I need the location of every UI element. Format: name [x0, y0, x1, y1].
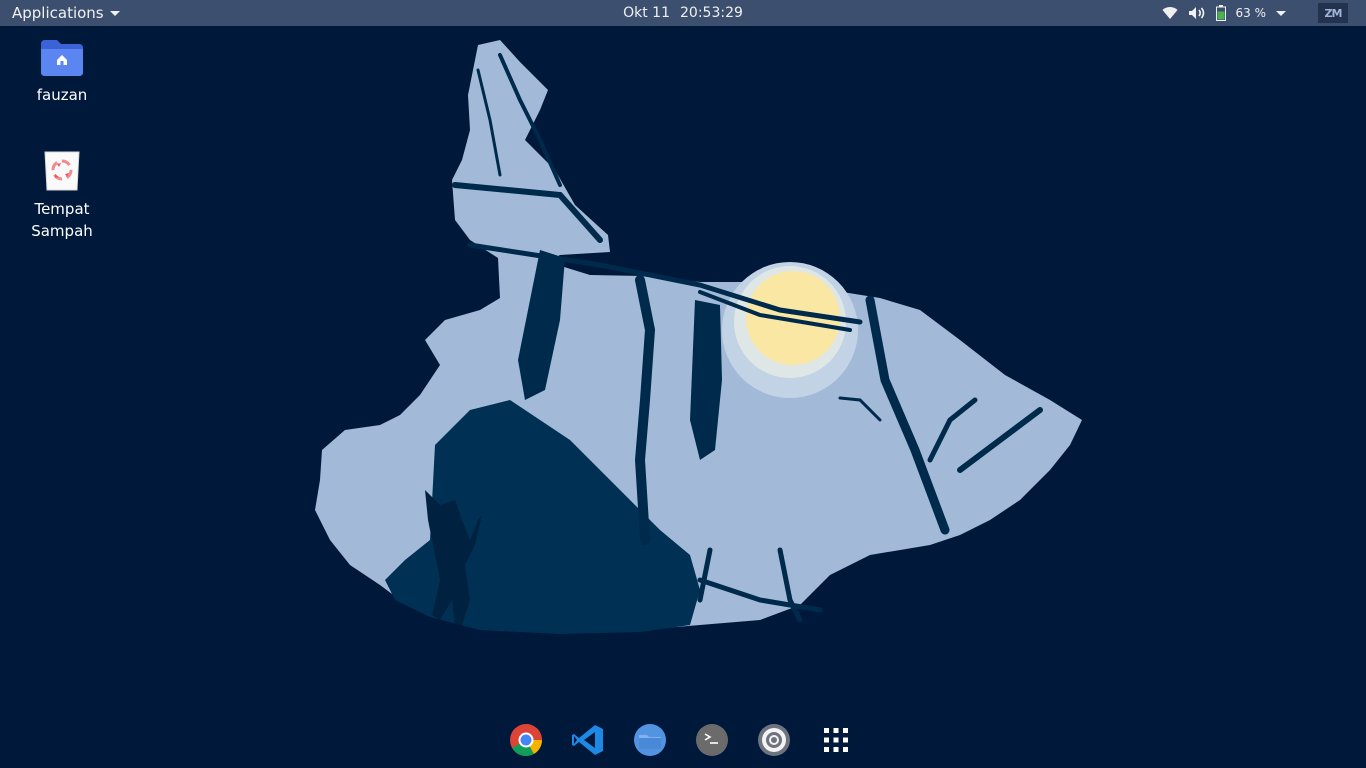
- dock-item-terminal[interactable]: [692, 720, 732, 760]
- desktop-icon-home[interactable]: fauzan: [17, 38, 107, 106]
- files-icon: [634, 724, 666, 756]
- vscode-icon: [572, 725, 603, 755]
- chrome-icon: [510, 724, 543, 757]
- battery-percent: 63 %: [1235, 6, 1267, 20]
- desktop-icon-label: Tempat Sampah: [31, 200, 93, 240]
- wifi-icon: [1162, 6, 1178, 20]
- clock-date[interactable]: Okt 11: [623, 5, 670, 21]
- desktop-icon-label: fauzan: [36, 86, 88, 104]
- dock: [506, 720, 856, 760]
- battery-icon: [1215, 5, 1226, 21]
- dock-item-vscode[interactable]: [568, 720, 608, 760]
- top-bar: Applications Okt 11 20:53:29 63 % ZM: [0, 0, 1366, 26]
- dock-item-show-applications[interactable]: [816, 720, 856, 760]
- volume-icon: [1188, 6, 1206, 20]
- desktop-icon-trash[interactable]: Tempat Sampah: [17, 150, 107, 242]
- chevron-down-icon: [109, 10, 120, 16]
- dock-item-files[interactable]: [630, 720, 670, 760]
- system-tray[interactable]: 63 %: [1162, 0, 1286, 26]
- home-folder-icon: [41, 40, 83, 76]
- screenshot-icon: [758, 724, 790, 756]
- dock-item-screenshot[interactable]: [754, 720, 794, 760]
- chevron-down-icon: [1276, 10, 1286, 16]
- clock-time[interactable]: 20:53:29: [680, 5, 743, 21]
- dock-item-chrome[interactable]: [506, 720, 546, 760]
- applications-label: Applications: [12, 4, 104, 22]
- applications-menu[interactable]: Applications: [12, 0, 120, 26]
- app-grid-icon: [824, 728, 848, 752]
- trash-icon: [44, 151, 80, 191]
- profile-badge[interactable]: ZM: [1318, 3, 1348, 23]
- desktop-wallpaper: [0, 26, 1366, 768]
- terminal-icon: [696, 724, 728, 756]
